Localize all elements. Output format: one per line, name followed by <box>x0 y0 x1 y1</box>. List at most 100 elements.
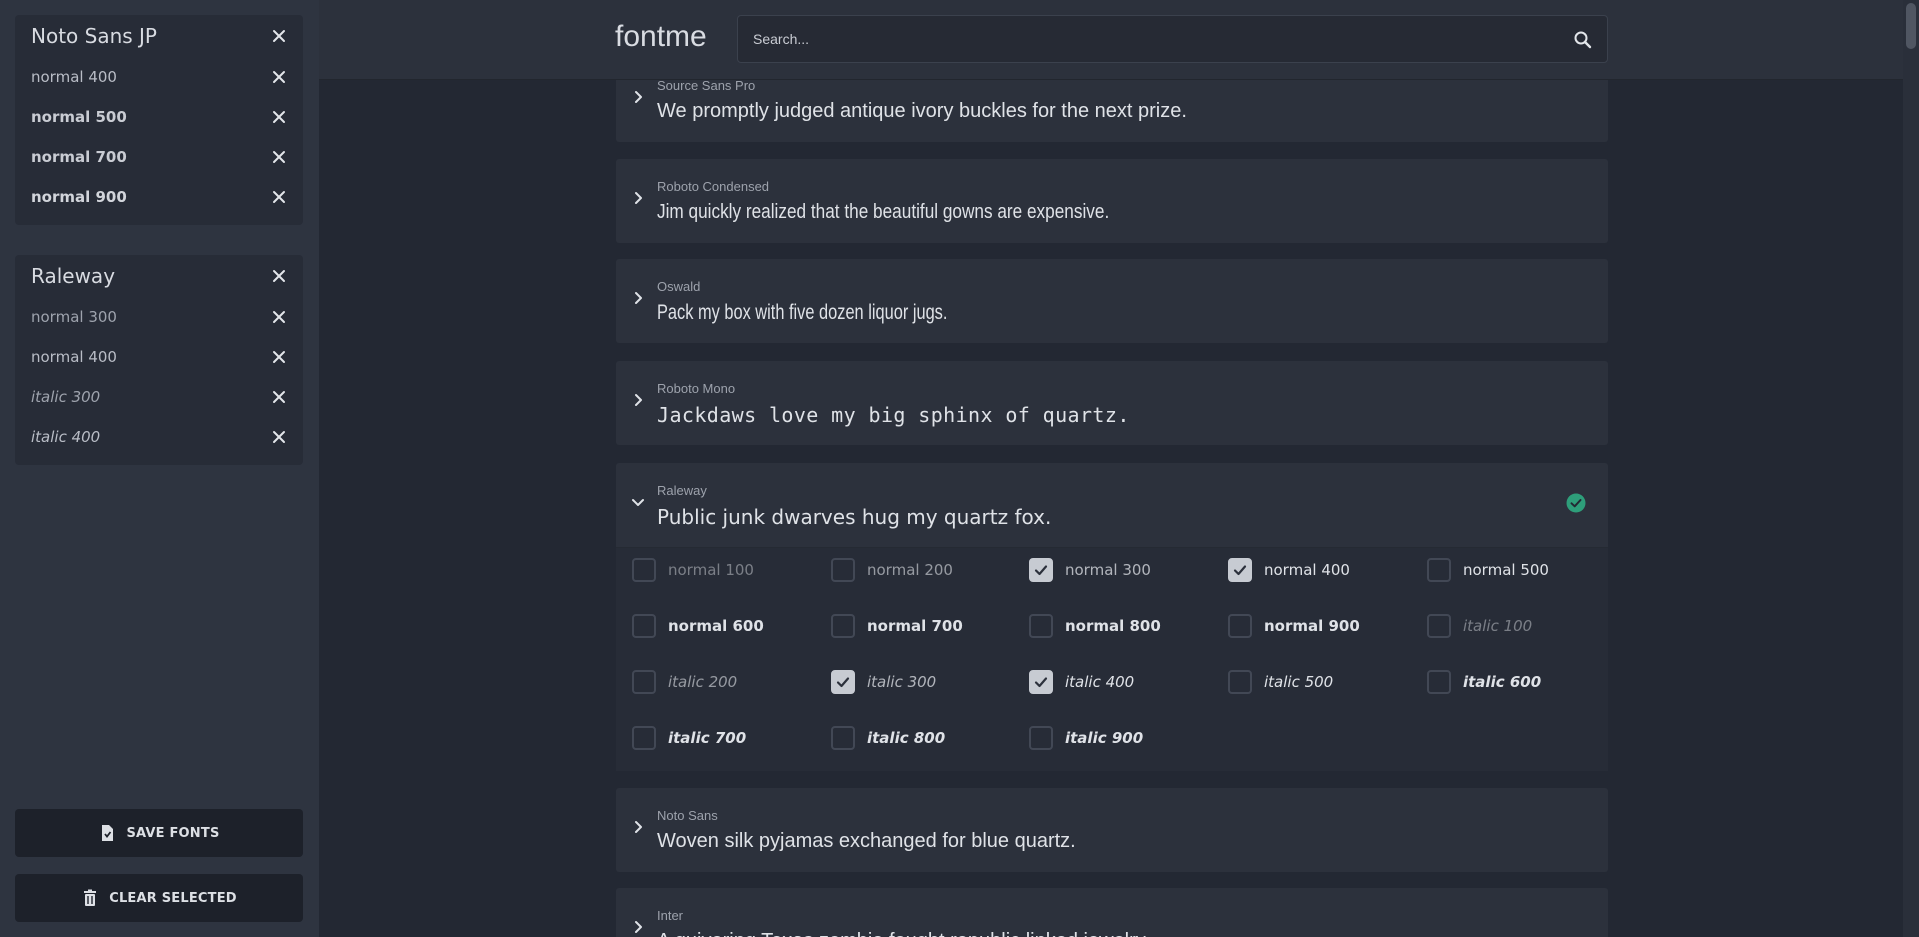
selected-font-group-noto-sans-jp: Noto Sans JP normal 400 normal 500 norma… <box>15 15 303 225</box>
variant-checkbox[interactable] <box>831 726 855 750</box>
variant-label: normal 500 <box>1463 561 1549 579</box>
variant-checkbox[interactable] <box>1228 614 1252 638</box>
variant-option-normal-900[interactable]: normal 900 <box>1228 614 1360 638</box>
variant-checkbox[interactable] <box>632 558 656 582</box>
selected-variant-label: normal 300 <box>31 308 117 326</box>
variant-label: italic 200 <box>668 673 738 691</box>
remove-font-close-icon[interactable] <box>271 268 287 284</box>
clear-selected-label: CLEAR SELECTED <box>109 890 237 906</box>
scrollbar[interactable] <box>1903 0 1919 937</box>
variant-option-normal-100[interactable]: normal 100 <box>632 558 754 582</box>
search-icon[interactable] <box>1573 30 1593 50</box>
font-name-noto-sans: Noto Sans <box>657 808 718 823</box>
variant-label: italic 400 <box>1065 673 1135 691</box>
font-card-header[interactable]: Inter A quivering Texas zombie fought rep… <box>616 888 1608 937</box>
variant-option-italic-100[interactable]: italic 100 <box>1427 614 1532 638</box>
scrollbar-thumb[interactable] <box>1906 3 1916 49</box>
font-sample-text: Woven silk pyjamas exchanged for blue qu… <box>657 830 1076 852</box>
chevron-right-icon[interactable] <box>629 918 647 936</box>
remove-variant-close-icon[interactable] <box>271 389 287 405</box>
variant-option-italic-400[interactable]: italic 400 <box>1029 670 1134 694</box>
variant-checkbox[interactable] <box>831 670 855 694</box>
chevron-down-icon[interactable] <box>629 493 647 511</box>
remove-variant-close-icon[interactable] <box>271 149 287 165</box>
chevron-right-icon[interactable] <box>629 818 647 836</box>
chevron-right-icon[interactable] <box>629 289 647 307</box>
variant-label: normal 800 <box>1065 617 1161 635</box>
variant-checkbox[interactable] <box>1228 558 1252 582</box>
remove-variant-close-icon[interactable] <box>271 349 287 365</box>
variant-option-normal-700[interactable]: normal 700 <box>831 614 963 638</box>
remove-variant-close-icon[interactable] <box>271 69 287 85</box>
variant-checkbox[interactable] <box>1427 558 1451 582</box>
selected-font-title: Noto Sans JP <box>31 24 157 48</box>
variant-option-italic-700[interactable]: italic 700 <box>632 726 746 750</box>
variant-label: italic 900 <box>1065 729 1144 747</box>
font-card-header[interactable]: Noto Sans Woven silk pyjamas exchanged fo… <box>616 788 1608 872</box>
variant-checkbox[interactable] <box>1228 670 1252 694</box>
font-sample-text: Pack my box with five dozen liquor jugs. <box>657 301 948 324</box>
variant-checkbox[interactable] <box>831 558 855 582</box>
chevron-right-icon[interactable] <box>629 391 647 409</box>
top-bar: fontme <box>319 0 1903 80</box>
variant-checkbox[interactable] <box>1029 670 1053 694</box>
variant-checkbox[interactable] <box>1029 726 1053 750</box>
remove-variant-close-icon[interactable] <box>271 309 287 325</box>
variant-label: normal 900 <box>1264 617 1360 635</box>
font-sample-text: A quivering Texas zombie fought republic… <box>657 930 1150 937</box>
selected-variant-label: normal 500 <box>31 108 127 126</box>
variant-option-italic-500[interactable]: italic 500 <box>1228 670 1333 694</box>
font-name-inter: Inter <box>657 908 684 923</box>
variant-checkbox[interactable] <box>632 670 656 694</box>
font-name-raleway: Raleway <box>657 483 707 498</box>
variant-checkbox[interactable] <box>1029 614 1053 638</box>
variant-option-normal-400[interactable]: normal 400 <box>1228 558 1350 582</box>
chevron-right-icon[interactable] <box>629 189 647 207</box>
font-card-header[interactable]: Oswald Pack my box with five dozen liquor… <box>616 259 1608 343</box>
search-box <box>737 15 1608 63</box>
variant-checkbox[interactable] <box>632 614 656 638</box>
font-card: Inter A quivering Texas zombie fought rep… <box>616 888 1608 937</box>
font-card: Oswald Pack my box with five dozen liquor… <box>616 259 1608 343</box>
font-card: Noto Sans Woven silk pyjamas exchanged fo… <box>616 788 1608 872</box>
selected-check-icon <box>1566 493 1586 513</box>
variant-option-normal-300[interactable]: normal 300 <box>1029 558 1151 582</box>
search-input[interactable] <box>738 16 1607 62</box>
variant-option-italic-600[interactable]: italic 600 <box>1427 670 1541 694</box>
font-card: Raleway Public junk dwarves hug my quartz… <box>616 463 1608 771</box>
remove-variant-close-icon[interactable] <box>271 189 287 205</box>
trash-icon <box>81 889 99 907</box>
chevron-right-icon[interactable] <box>629 88 647 106</box>
remove-variant-close-icon[interactable] <box>271 109 287 125</box>
font-card-header[interactable]: Roboto Condensed Jim quickly realized tha… <box>616 159 1608 243</box>
selected-variant-label: italic 400 <box>31 428 101 446</box>
variant-option-italic-800[interactable]: italic 800 <box>831 726 945 750</box>
variant-option-normal-500[interactable]: normal 500 <box>1427 558 1549 582</box>
remove-font-close-icon[interactable] <box>271 28 287 44</box>
font-sample-text: Public junk dwarves hug my quartz fox. <box>657 505 1052 529</box>
font-name-roboto-mono: Roboto Mono <box>657 381 736 396</box>
variant-checkbox[interactable] <box>1427 670 1451 694</box>
font-card-header[interactable]: Roboto Mono Jackdaws love my big sphinx o… <box>616 361 1608 445</box>
variant-checkbox[interactable] <box>1427 614 1451 638</box>
variant-option-italic-900[interactable]: italic 900 <box>1029 726 1143 750</box>
variant-option-normal-600[interactable]: normal 600 <box>632 614 764 638</box>
selected-variant-label: normal 400 <box>31 68 117 86</box>
variant-checkbox[interactable] <box>831 614 855 638</box>
selected-font-title: Raleway <box>31 264 116 288</box>
variant-label: normal 200 <box>867 561 953 579</box>
save-fonts-label: SAVE FONTS <box>126 825 220 841</box>
save-fonts-button[interactable]: SAVE FONTS <box>15 809 303 857</box>
selected-variant-label: normal 400 <box>31 348 117 366</box>
font-card-header[interactable]: Raleway Public junk dwarves hug my quartz… <box>616 463 1608 547</box>
variant-checkbox[interactable] <box>632 726 656 750</box>
font-name-oswald: Oswald <box>657 279 701 294</box>
remove-variant-close-icon[interactable] <box>271 429 287 445</box>
variant-option-italic-200[interactable]: italic 200 <box>632 670 737 694</box>
variant-option-normal-800[interactable]: normal 800 <box>1029 614 1161 638</box>
clear-selected-button[interactable]: CLEAR SELECTED <box>15 874 303 922</box>
variant-option-normal-200[interactable]: normal 200 <box>831 558 953 582</box>
variant-option-italic-300[interactable]: italic 300 <box>831 670 936 694</box>
variant-checkbox[interactable] <box>1029 558 1053 582</box>
selected-font-group-raleway: Raleway normal 300 normal 400 italic 300… <box>15 255 303 465</box>
